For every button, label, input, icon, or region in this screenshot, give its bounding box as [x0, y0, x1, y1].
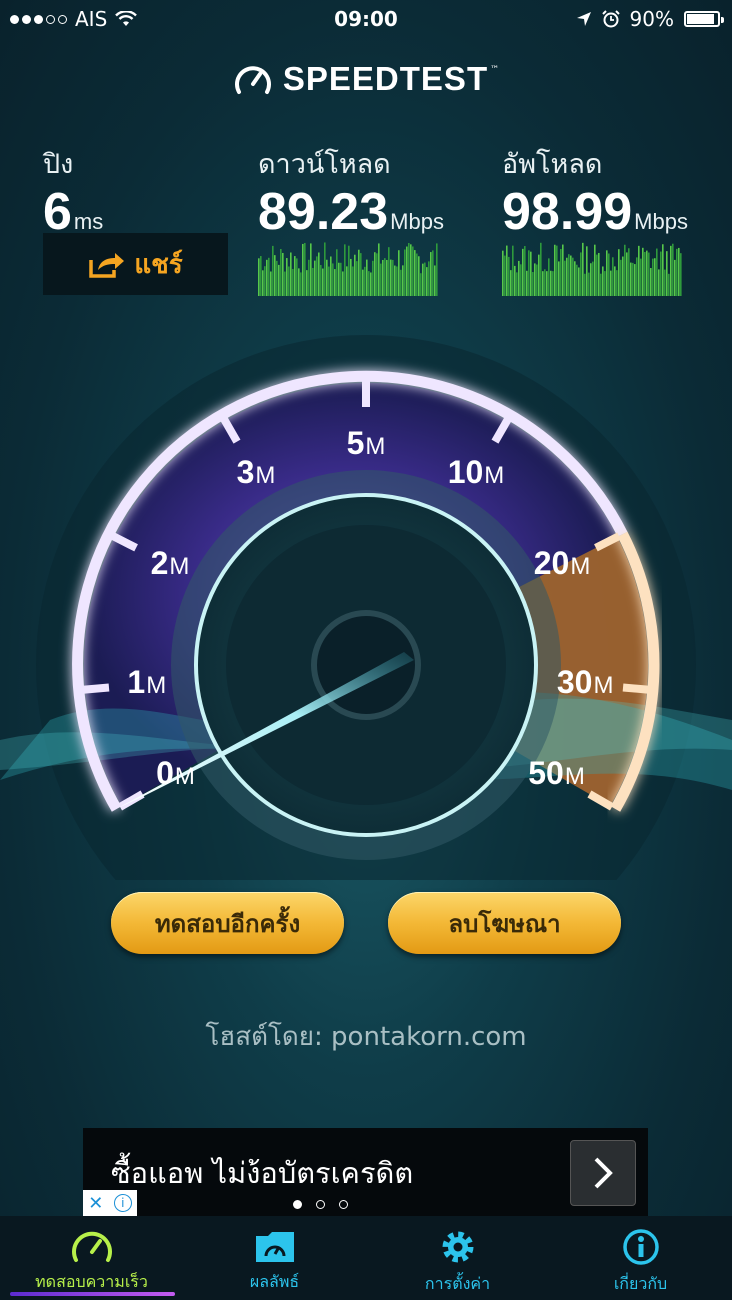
ad-next-button[interactable]	[570, 1140, 636, 1206]
ad-page-dot[interactable]	[316, 1200, 325, 1209]
upload-sparkline	[502, 242, 682, 296]
speed-gauge	[0, 335, 732, 880]
gauge-tick-unit: M	[169, 553, 190, 581]
download-sparkline	[258, 242, 438, 296]
info-icon	[622, 1229, 659, 1265]
gauge-tick-number: 2	[150, 545, 169, 582]
folder-results-icon	[255, 1232, 294, 1262]
gauge-tick-number: 10	[447, 454, 484, 491]
upload-unit: Mbps	[634, 209, 688, 234]
download-metric: ดาวน์โหลด 89.23Mbps	[258, 142, 444, 249]
app-logo: SPEEDTEST ™	[0, 60, 732, 98]
gauge-tick-unit: M	[593, 672, 614, 700]
ad-close-button[interactable]: ✕ i	[83, 1190, 137, 1216]
share-icon	[89, 253, 125, 278]
upload-metric: อัพโหลด 98.99Mbps	[502, 142, 688, 249]
close-icon: ✕	[88, 1192, 104, 1214]
remove-ads-button[interactable]: ลบโฆษณา	[388, 892, 621, 954]
gauge-tick-number: 5	[346, 425, 365, 461]
trademark-symbol: ™	[490, 65, 500, 75]
share-button[interactable]: แชร์	[43, 233, 228, 295]
gauge-tick-label: 1M	[97, 664, 197, 701]
tab-label: ผลลัพธ์	[249, 1272, 300, 1291]
ad-text: ซื้อแอพ ไม่ง้อบัตรเครดิต	[111, 1156, 414, 1190]
gauge-tick-unit: M	[146, 672, 167, 700]
tab-label: เกี่ยวกับ	[613, 1274, 668, 1293]
gauge-tick-label: 5M	[316, 425, 416, 462]
download-label: ดาวน์โหลด	[258, 149, 391, 180]
gauge-tick-number: 0	[156, 755, 174, 791]
chevron-right-icon	[594, 1157, 613, 1189]
gauge-tick-label: 0M	[125, 755, 225, 792]
gauge-tick-label: 50M	[507, 755, 607, 792]
status-bar: AIS 09:00 90%	[0, 0, 732, 38]
ping-unit: ms	[73, 209, 104, 234]
tab-label: การตั้งค่า	[424, 1274, 491, 1293]
gauge-tick-unit: M	[255, 462, 276, 490]
gauge-tick-unit: M	[564, 763, 585, 790]
tab-results[interactable]: ผลลัพธ์	[183, 1216, 366, 1300]
ad-page-dot[interactable]	[339, 1200, 348, 1209]
gauge-tick-unit: M	[570, 553, 591, 581]
upload-label: อัพโหลด	[502, 149, 603, 180]
gauge-tick-number: 3	[236, 454, 255, 491]
gauge-tick-number: 20	[533, 545, 570, 582]
download-value: 89.23	[258, 183, 389, 241]
gauge-tick-number: 1	[127, 664, 146, 701]
share-label: แชร์	[134, 249, 183, 280]
tab-settings[interactable]: การตั้งค่า	[366, 1216, 549, 1300]
tab-about[interactable]: เกี่ยวกับ	[549, 1216, 732, 1300]
speedometer-logo-icon	[234, 66, 271, 94]
upload-value: 98.99	[502, 183, 633, 241]
ad-pagination	[293, 1200, 348, 1209]
battery-icon	[684, 11, 724, 27]
speedometer-icon	[71, 1231, 112, 1262]
gauge-tick-number: 30	[556, 664, 593, 701]
ping-label: ปิง	[43, 149, 74, 180]
test-again-button[interactable]: ทดสอบอีกครั้ง	[111, 892, 344, 954]
gauge-tick-label: 30M	[535, 664, 635, 701]
alarm-icon	[601, 10, 620, 28]
gauge-tick-unit: M	[174, 763, 195, 790]
gauge-tick-label: 10M	[426, 454, 526, 491]
gauge-tick-label: 3M	[206, 454, 306, 491]
tab-speedtest[interactable]: ทดสอบความเร็ว	[0, 1216, 183, 1300]
gauge-tick-number: 50	[528, 755, 564, 791]
download-unit: Mbps	[390, 209, 444, 234]
ad-info-icon: i	[113, 1194, 132, 1212]
host-info: โฮสต์โดย: pontakorn.com	[205, 1022, 527, 1052]
gauge-tick-label: 20M	[512, 545, 612, 582]
tab-bar: ทดสอบความเร็ว ผลลัพธ์ การตั้งค่า เกี่ยวก…	[0, 1216, 732, 1300]
gauge-tick-unit: M	[484, 462, 505, 490]
battery-percent: 90%	[629, 7, 674, 31]
gauge-tick-label: 2M	[120, 545, 220, 582]
location-arrow-icon	[576, 12, 591, 26]
active-tab-indicator	[10, 1292, 175, 1296]
app-title: SPEEDTEST	[282, 60, 489, 97]
gauge-tick-unit: M	[365, 433, 386, 460]
gear-icon	[442, 1231, 473, 1263]
ad-page-dot[interactable]	[293, 1200, 302, 1209]
ad-banner[interactable]: ซื้อแอพ ไม่ง้อบัตรเครดิต ✕ i	[83, 1128, 648, 1216]
